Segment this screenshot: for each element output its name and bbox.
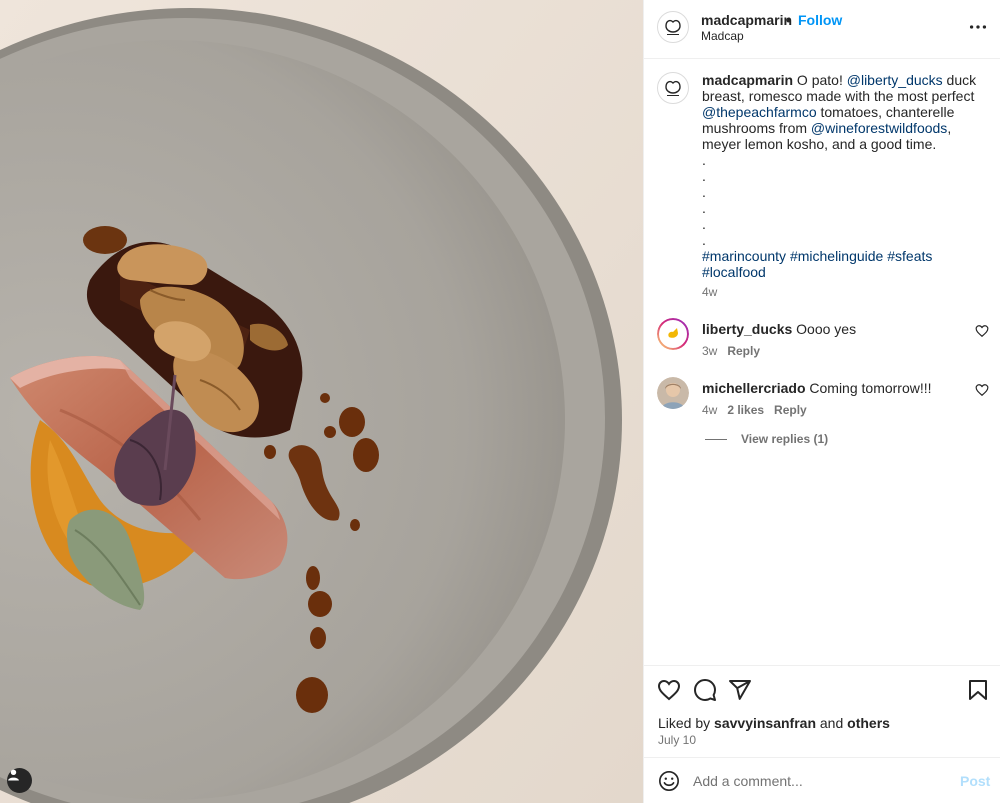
heart-icon[interactable] [975, 324, 989, 338]
caption-timestamp[interactable]: 4w [702, 285, 717, 299]
add-comment-bar: Post [644, 757, 1000, 803]
comment-icon[interactable] [693, 678, 717, 702]
comment-input[interactable] [693, 771, 943, 791]
plated-duck-image [0, 0, 643, 803]
comment-likes[interactable]: 2 likes [727, 403, 764, 417]
caption-dot: . [702, 168, 706, 184]
post-header: madcapmarin • Follow Madcap [644, 0, 1000, 59]
action-bar: Liked by savvyinsanfran and others July … [644, 665, 1000, 757]
author-avatar[interactable] [657, 11, 689, 43]
commenter-username[interactable]: michellercriado [702, 380, 806, 396]
comments-section[interactable]: madcapmarin O pato! @liberty_ducks duck … [644, 59, 1000, 665]
caption-dot: . [702, 216, 706, 232]
post-caption: madcapmarin O pato! @liberty_ducks duck … [702, 72, 987, 280]
post-location[interactable]: Madcap [701, 29, 744, 43]
caption-username[interactable]: madcapmarin [702, 72, 793, 88]
comment-item: liberty_ducks Oooo yes 3w Reply [644, 318, 1000, 370]
comment-body: Oooo yes [796, 321, 857, 337]
reply-button[interactable]: Reply [774, 403, 807, 417]
profile-photo-icon [657, 377, 689, 409]
comment-item: michellercriado Coming tomorrow!!! 4w 2 … [644, 377, 1000, 429]
commenter-username[interactable]: liberty_ducks [702, 321, 792, 337]
view-replies-label: View replies (1) [741, 432, 829, 446]
caption-dot: . [702, 184, 706, 200]
send-icon[interactable] [728, 678, 752, 702]
hashtag-link[interactable]: #michelinguide [790, 248, 883, 264]
liked-by-prefix: Liked by [658, 715, 715, 731]
hashtag-link[interactable]: #localfood [702, 264, 766, 280]
separator-dot: • [786, 12, 791, 28]
divider-line [705, 438, 727, 440]
caption-author-avatar[interactable] [657, 72, 689, 104]
comment-text: michellercriado Coming tomorrow!!! [702, 380, 932, 396]
madcap-logo-icon [665, 80, 681, 96]
heart-icon[interactable] [657, 678, 681, 702]
user-tag-icon[interactable] [7, 768, 32, 793]
person-icon [8, 769, 19, 781]
follow-button[interactable]: Follow [798, 12, 842, 28]
comment-timestamp[interactable]: 3w [702, 344, 717, 358]
liked-by-others[interactable]: others [847, 715, 890, 731]
reply-button[interactable]: Reply [727, 344, 760, 358]
liked-by-user[interactable]: savvyinsanfran [714, 715, 816, 731]
caption-text: O pato! [793, 72, 847, 88]
comment-meta: 3w Reply [702, 344, 760, 358]
post-date[interactable]: July 10 [658, 733, 696, 747]
author-username[interactable]: madcapmarin [701, 12, 792, 28]
mention-link[interactable]: @thepeachfarmco [702, 104, 817, 120]
post-details-panel: madcapmarin • Follow Madcap madcapmarin … [643, 0, 1000, 803]
caption-dot: . [702, 152, 706, 168]
hashtag-link[interactable]: #sfeats [887, 248, 932, 264]
post-comment-button[interactable]: Post [960, 773, 990, 789]
commenter-avatar[interactable] [657, 318, 689, 350]
post-photo[interactable] [0, 0, 643, 803]
hashtag-link[interactable]: #marincounty [702, 248, 786, 264]
comment-timestamp[interactable]: 4w [702, 403, 717, 417]
comment-meta: 4w 2 likes Reply [702, 403, 807, 417]
emoji-icon[interactable] [658, 770, 680, 792]
caption-dot: . [702, 232, 706, 248]
ellipsis-icon[interactable] [967, 16, 989, 38]
mention-link[interactable]: @wineforestwildfoods [811, 120, 947, 136]
bookmark-icon[interactable] [966, 678, 990, 702]
mention-link[interactable]: @liberty_ducks [847, 72, 943, 88]
story-ring-avatar-icon [657, 318, 689, 350]
commenter-avatar[interactable] [657, 377, 689, 409]
madcap-logo-icon [665, 19, 681, 35]
liked-by-summary: Liked by savvyinsanfran and others [658, 715, 890, 731]
heart-icon[interactable] [975, 383, 989, 397]
comment-text: liberty_ducks Oooo yes [702, 321, 856, 337]
liked-by-joiner: and [816, 715, 848, 731]
view-replies-button[interactable]: View replies (1) [705, 432, 828, 446]
caption-dot: . [702, 200, 706, 216]
comment-body: Coming tomorrow!!! [809, 380, 932, 396]
